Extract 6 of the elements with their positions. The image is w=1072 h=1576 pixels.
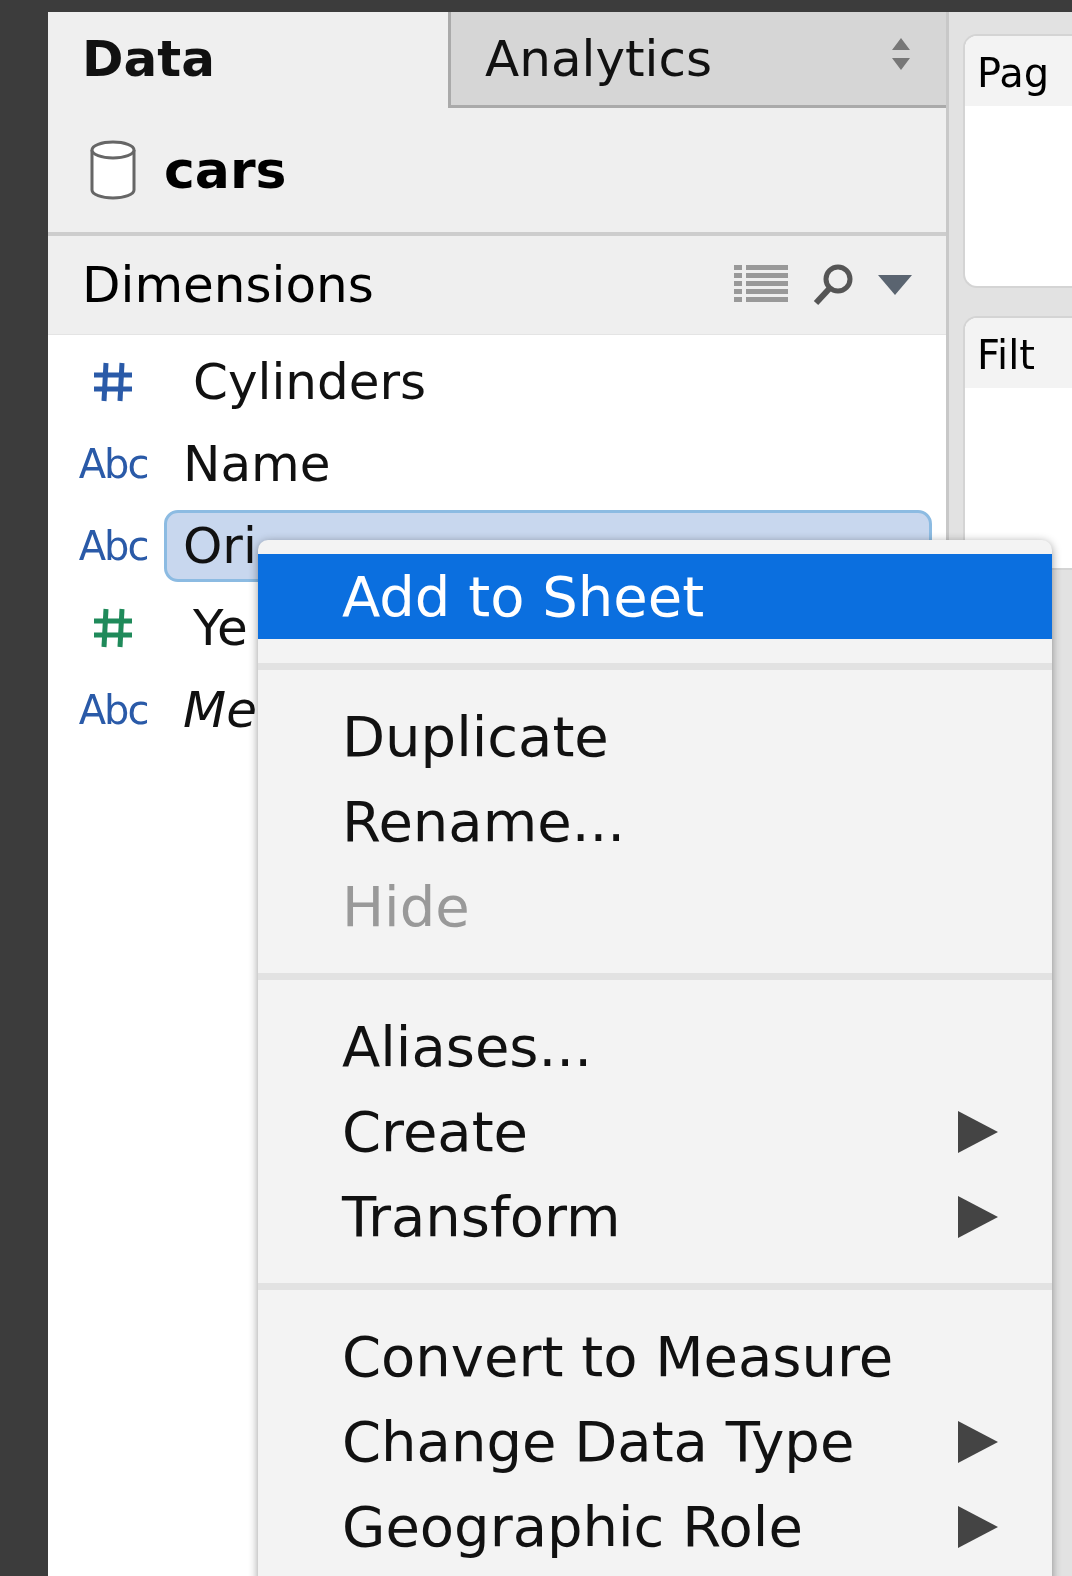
section-title: Dimensions [82,256,375,314]
type-label: Abc [77,687,149,733]
shelf-title: Pag [965,36,1072,106]
shelf-title: Filt [965,318,1072,388]
type-label: Abc [77,441,149,487]
type-label: Abc [77,523,149,569]
